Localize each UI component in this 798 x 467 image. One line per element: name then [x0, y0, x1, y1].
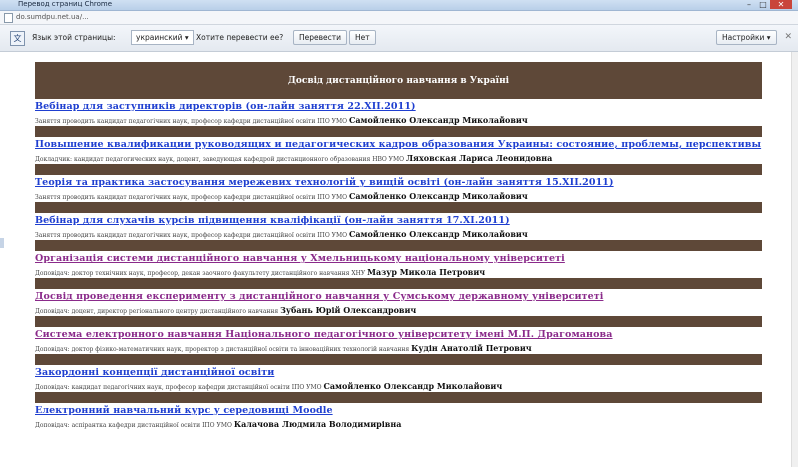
entry-author: Самойленко Олександр Миколайович [348, 229, 528, 239]
url-text[interactable]: do.sumdpu.net.ua/... [16, 13, 89, 21]
minimize-button[interactable]: – [742, 0, 756, 9]
entry-title-link[interactable]: Вебінар для слухачів курсів підвищення к… [35, 215, 510, 226]
translate-button[interactable]: Перевести [293, 30, 348, 45]
separator-bar [35, 202, 762, 213]
entry-author: Калачова Людмила Володимирівна [233, 419, 402, 429]
entry-title-link[interactable]: Електронний навчальний курс у середовищі… [35, 405, 333, 416]
entry-description: Доповідач: доктор технічних наук, профес… [35, 267, 485, 277]
entry-description-text: Заняття проводить кандидат педагогічних … [35, 194, 349, 201]
left-edge-marker [0, 238, 4, 248]
entry-author: Мазур Микола Петрович [367, 267, 486, 277]
list-item: Організація системи дистанційного навчан… [35, 251, 762, 289]
maximize-button[interactable]: □ [756, 0, 770, 9]
entry-description: Доповідач: доцент, директор регіональног… [35, 305, 416, 315]
entry-description-text: Заняття проводить кандидат педагогічних … [35, 232, 349, 239]
separator-bar [35, 126, 762, 137]
list-item: Електронний навчальний курс у середовищі… [35, 403, 762, 441]
entry-description-text: Заняття проводить кандидат педагогічних … [35, 118, 349, 125]
entry-author: Самойленко Олександр Миколайович [348, 191, 528, 201]
entry-description: Доповідач: аспірантка кафедри дистанційн… [35, 419, 401, 429]
page-title: Досвід дистанційного навчання в Україні [287, 75, 510, 86]
window-titlebar: Перевод страниц Chrome – □ ✕ [0, 0, 798, 11]
separator-bar [35, 240, 762, 251]
window-title: Перевод страниц Chrome [18, 0, 113, 8]
entry-title-link[interactable]: Теорія та практика застосування мережеви… [35, 177, 614, 188]
close-icon[interactable]: ✕ [784, 32, 792, 42]
entry-description: Заняття проводить кандидат педагогічних … [35, 229, 528, 239]
separator-bar [35, 164, 762, 175]
entry-description-text: Доповідач: кандидат педагогічних наук, п… [35, 384, 324, 391]
separator-bar [35, 354, 762, 365]
list-item: Вебінар для слухачів курсів підвищення к… [35, 213, 762, 251]
entry-author: Зубань Юрій Олександрович [280, 305, 417, 315]
close-window-button[interactable]: ✕ [770, 0, 792, 9]
separator-bar [35, 316, 762, 327]
entry-title-link[interactable]: Досвід проведення експерименту з дистанц… [35, 291, 603, 302]
list-item: Система електронного навчання Національн… [35, 327, 762, 365]
translate-infobar: 文 Язык этой страницы: украинский ▾ Хотит… [0, 25, 798, 52]
scrollbar[interactable] [791, 52, 798, 467]
page-content: Досвід дистанційного навчання в Україні … [35, 62, 762, 441]
entry-description-text: Доповідач: аспірантка кафедри дистанційн… [35, 422, 234, 429]
entry-description: Доповідач: кандидат педагогічних наук, п… [35, 381, 502, 391]
entry-description-text: Доповідач: доктор технічних наук, профес… [35, 270, 368, 277]
entry-description: Заняття проводить кандидат педагогічних … [35, 191, 528, 201]
separator-bar [35, 392, 762, 403]
entry-description-text: Доповідач: доцент, директор регіональног… [35, 308, 281, 315]
no-button[interactable]: Нет [349, 30, 376, 45]
translate-icon: 文 [10, 31, 25, 46]
entry-author: Самойленко Олександр Миколайович [348, 115, 528, 125]
entry-title-link[interactable]: Вебінар для заступників директорів (он-л… [35, 101, 416, 112]
entry-description: Докладчик: кандидат педагогических наук,… [35, 153, 552, 163]
entry-description: Доповідач: доктор фізико-математичних на… [35, 343, 532, 353]
entry-title-link[interactable]: Система електронного навчання Національн… [35, 329, 613, 340]
entry-author: Кудін Анатолій Петрович [411, 343, 532, 353]
language-select[interactable]: украинский ▾ [131, 30, 194, 45]
window-controls: – □ ✕ [742, 0, 792, 10]
entry-description-text: Доповідач: доктор фізико-математичних на… [35, 346, 412, 353]
list-item: Досвід проведення експерименту з дистанц… [35, 289, 762, 327]
entry-title-link[interactable]: Закордонні концепції дистанційної освіти [35, 367, 274, 378]
entry-title-link[interactable]: Повышение квалификации руководящих и пед… [35, 139, 761, 150]
entry-description-text: Докладчик: кандидат педагогических наук,… [35, 156, 406, 163]
entry-description: Заняття проводить кандидат педагогічних … [35, 115, 528, 125]
entry-author: Самойленко Олександр Миколайович [323, 381, 503, 391]
address-bar[interactable]: do.sumdpu.net.ua/... [0, 11, 798, 25]
list-item: Вебінар для заступників директорів (он-л… [35, 99, 762, 137]
list-item: Теорія та практика застосування мережеви… [35, 175, 762, 213]
page-header: Досвід дистанційного навчання в Україні [35, 62, 762, 99]
entries-list: Вебінар для заступників директорів (он-л… [35, 99, 762, 441]
list-item: Повышение квалификации руководящих и пед… [35, 137, 762, 175]
language-label: Язык этой страницы: [32, 33, 116, 42]
entry-title-link[interactable]: Організація системи дистанційного навчан… [35, 253, 565, 264]
entry-author: Ляховская Лариса Леонидовна [405, 153, 553, 163]
settings-button[interactable]: Настройки ▾ [716, 30, 777, 45]
list-item: Закордонні концепції дистанційної освіти… [35, 365, 762, 403]
separator-bar [35, 278, 762, 289]
translate-question: Хотите перевести ее? [196, 33, 284, 42]
page-icon [4, 13, 13, 23]
